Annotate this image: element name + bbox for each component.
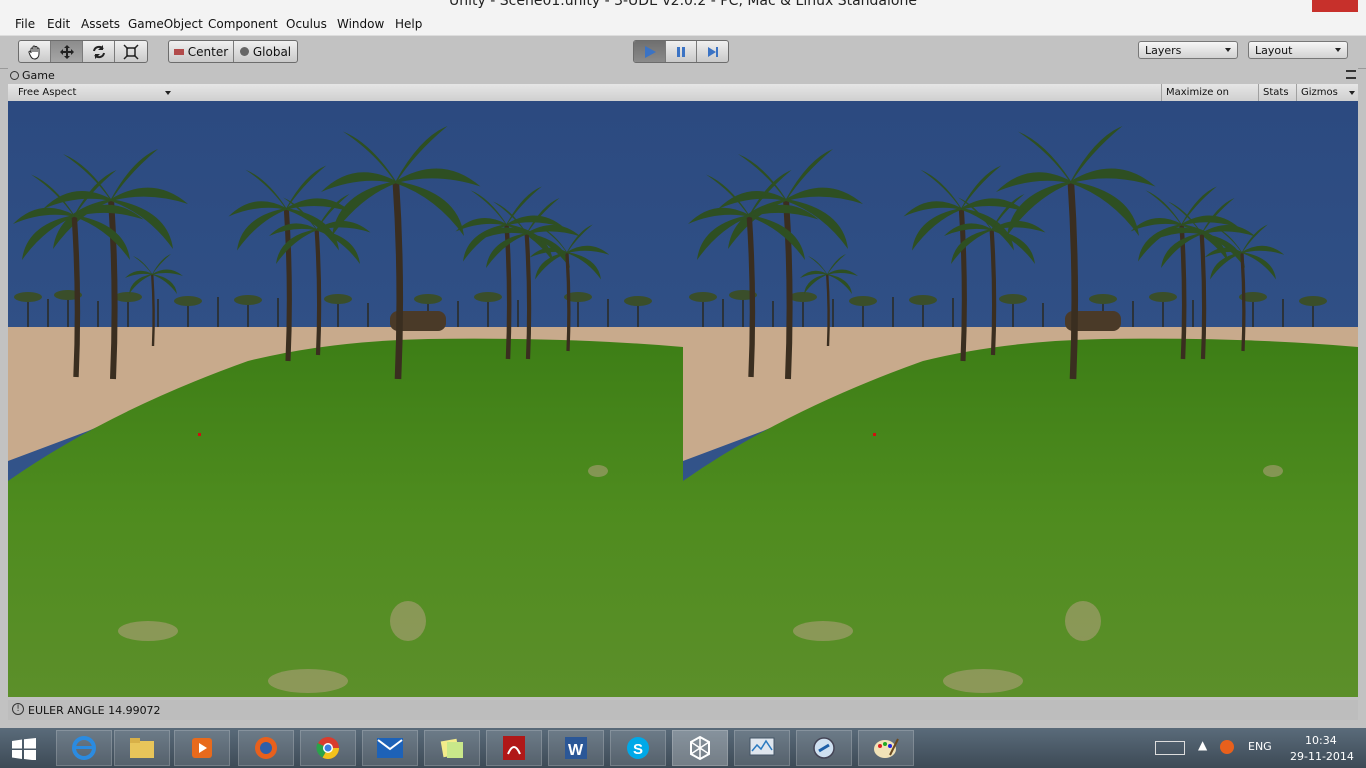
stats-label: Stats xyxy=(1263,87,1289,98)
layers-label: Layers xyxy=(1145,44,1182,57)
clock-time[interactable]: 10:34 xyxy=(1305,734,1337,747)
window-title: Unity - Scene01.unity - 3-UDE v2.0.2 - P… xyxy=(449,0,917,9)
transform-tools xyxy=(18,40,148,63)
internet-explorer-icon[interactable] xyxy=(56,730,112,766)
paint-icon[interactable] xyxy=(858,730,914,766)
main-toolbar: Center Global Layers Layout xyxy=(0,36,1366,69)
game-view-toolbar: Free Aspect Maximize on Play Stats Gizmo… xyxy=(8,84,1358,115)
chevron-down-icon xyxy=(1349,91,1355,95)
panel-menu-icon[interactable] xyxy=(1346,70,1356,79)
chevron-down-icon xyxy=(1225,48,1231,52)
aspect-dropdown[interactable]: Free Aspect xyxy=(14,84,174,101)
game-viewport[interactable] xyxy=(8,101,1358,697)
chevron-down-icon xyxy=(1335,48,1341,52)
svg-text:S: S xyxy=(633,741,643,758)
unity-icon[interactable] xyxy=(672,730,728,766)
menu-bar: File Edit Assets GameObject Component Oc… xyxy=(0,14,1366,36)
performance-monitor-icon[interactable] xyxy=(734,730,790,766)
file-explorer-icon[interactable] xyxy=(114,730,170,766)
chrome-icon[interactable] xyxy=(300,730,356,766)
language-indicator[interactable]: ENG xyxy=(1248,740,1272,753)
step-icon[interactable] xyxy=(697,41,728,62)
scale-icon[interactable] xyxy=(115,41,147,62)
taskbar: W S ▲ ENG 10:34 29-11-2014 xyxy=(0,728,1366,768)
menu-window[interactable]: Window xyxy=(337,17,384,31)
layout-label: Layout xyxy=(1255,44,1293,57)
tab-game[interactable]: Game xyxy=(10,69,55,82)
layers-dropdown[interactable]: Layers xyxy=(1138,41,1238,59)
layout-dropdown[interactable]: Layout xyxy=(1248,41,1348,59)
update-icon[interactable] xyxy=(1220,740,1234,754)
mail-icon[interactable] xyxy=(362,730,418,766)
game-icon xyxy=(10,71,19,80)
skype-icon[interactable]: S xyxy=(610,730,666,766)
pivot-center-button[interactable]: Center xyxy=(169,41,234,62)
menu-oculus[interactable]: Oculus xyxy=(286,17,327,31)
hand-icon[interactable] xyxy=(19,41,51,62)
clock-date[interactable]: 29-11-2014 xyxy=(1290,750,1354,763)
game-scene xyxy=(8,101,1358,697)
title-bar: Unity - Scene01.unity - 3-UDE v2.0.2 - P… xyxy=(0,0,1366,14)
menu-component[interactable]: Component xyxy=(208,17,278,31)
game-tab-label: Game xyxy=(22,69,55,82)
word-icon[interactable]: W xyxy=(548,730,604,766)
menu-edit[interactable]: Edit xyxy=(47,17,70,31)
play-controls xyxy=(633,40,729,63)
pivot-toggle-group: Center Global xyxy=(168,40,298,63)
center-icon xyxy=(173,48,184,55)
info-icon: ! xyxy=(12,703,24,715)
space-label: Global xyxy=(252,44,292,59)
gizmos-label: Gizmos xyxy=(1301,87,1338,98)
aspect-label: Free Aspect xyxy=(18,87,77,98)
menu-gameobject[interactable]: GameObject xyxy=(128,17,203,31)
start-icon[interactable] xyxy=(10,738,38,761)
maximize-on-play-toggle[interactable]: Maximize on Play xyxy=(1161,84,1256,115)
globe-icon xyxy=(239,47,249,56)
chevron-up-icon[interactable]: ▲ xyxy=(1198,738,1207,752)
close-button[interactable] xyxy=(1312,0,1358,12)
menu-help[interactable]: Help xyxy=(395,17,422,31)
gizmos-dropdown[interactable]: Gizmos xyxy=(1296,84,1358,101)
move-icon[interactable] xyxy=(51,41,83,62)
status-bar: ! EULER ANGLE 14.99072 xyxy=(8,700,1358,720)
menu-assets[interactable]: Assets xyxy=(81,17,120,31)
rotate-icon[interactable] xyxy=(83,41,115,62)
keyboard-icon[interactable] xyxy=(1155,741,1185,755)
play-icon[interactable] xyxy=(634,41,666,62)
media-player-icon[interactable] xyxy=(174,730,230,766)
pause-icon[interactable] xyxy=(666,41,697,62)
game-tab-bar: Game xyxy=(8,68,1358,84)
sticky-notes-icon[interactable] xyxy=(424,730,480,766)
remote-desktop-icon[interactable] xyxy=(796,730,852,766)
chevron-down-icon xyxy=(165,91,171,95)
pivot-global-button[interactable]: Global xyxy=(234,41,297,62)
console-message[interactable]: EULER ANGLE 14.99072 xyxy=(28,704,161,717)
acrobat-icon[interactable] xyxy=(486,730,542,766)
firefox-icon[interactable] xyxy=(238,730,294,766)
menu-file[interactable]: File xyxy=(15,17,35,31)
svg-text:W: W xyxy=(568,742,584,759)
stats-toggle[interactable]: Stats xyxy=(1258,84,1294,101)
pivot-label: Center xyxy=(187,44,229,59)
